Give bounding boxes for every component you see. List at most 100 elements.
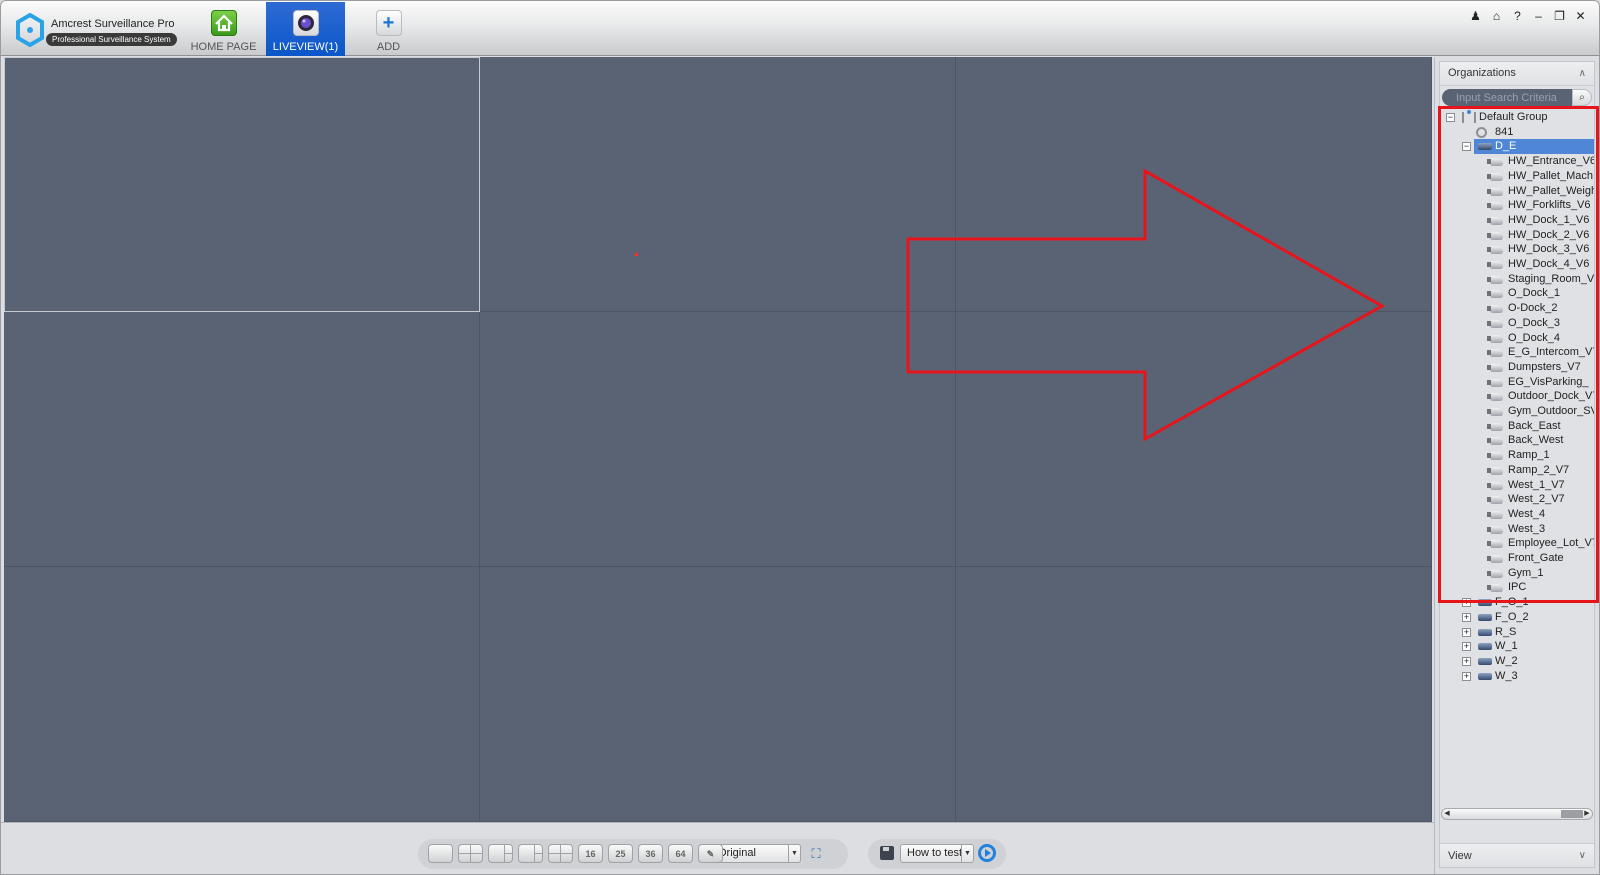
tree-node[interactable]: E_G_Intercom_V7 [1440, 345, 1594, 360]
split-8-button[interactable] [518, 844, 543, 863]
split-6-button[interactable] [488, 844, 513, 863]
tree-node[interactable]: + F_O_2 [1440, 610, 1594, 625]
tree-node[interactable]: Outdoor_Dock_V7 [1440, 389, 1594, 404]
tree-node[interactable]: − Default Group [1440, 110, 1594, 125]
search-input[interactable] [1442, 89, 1572, 106]
view-select[interactable]: How to test ▼ [900, 844, 974, 863]
tree-node[interactable]: HW_Dock_2_V6 [1440, 228, 1594, 243]
tree-node[interactable]: West_3 [1440, 522, 1594, 537]
tree-node[interactable]: Staging_Room_V6 [1440, 272, 1594, 287]
liveview-grid [4, 57, 1432, 822]
tree-node[interactable]: West_1_V7 [1440, 478, 1594, 493]
search-icon[interactable]: ⌕ [1572, 89, 1592, 106]
video-tile-7[interactable] [4, 567, 480, 822]
tree-node[interactable]: Dumpsters_V7 [1440, 360, 1594, 375]
split-1-button[interactable] [428, 844, 453, 863]
tree-node[interactable]: O_Dock_1 [1440, 286, 1594, 301]
tree-node[interactable]: HW_Dock_3_V6 [1440, 242, 1594, 257]
tree-node[interactable]: Back_East [1440, 419, 1594, 434]
view-header[interactable]: View ∨ [1440, 843, 1594, 867]
expand-icon[interactable]: + [1462, 612, 1471, 622]
tree-node[interactable]: IPC [1440, 580, 1594, 595]
tree-node[interactable]: HW_Pallet_Mach [1440, 169, 1594, 184]
split-16-button[interactable]: 16 [578, 844, 603, 863]
camera-icon [1487, 540, 1503, 549]
tree-node[interactable]: Front_Gate [1440, 551, 1594, 566]
expand-icon[interactable]: + [1462, 642, 1471, 652]
tree-node[interactable]: + F_O_1 [1440, 595, 1594, 610]
expand-icon[interactable]: + [1462, 656, 1471, 666]
expand-icon[interactable]: + [1462, 598, 1471, 608]
video-tile-1[interactable] [4, 57, 480, 312]
tree-node-label: Gym_Outdoor_SV [1508, 405, 1594, 417]
tree-node-label: HW_Dock_4_V6 [1508, 258, 1590, 270]
video-tile-8[interactable] [480, 567, 956, 822]
tree-node[interactable]: Ramp_1 [1440, 448, 1594, 463]
tree-node[interactable]: HW_Entrance_V6 [1440, 154, 1594, 169]
collapse-icon[interactable]: − [1462, 142, 1471, 152]
video-tile-9[interactable] [956, 567, 1432, 822]
scroll-left-icon[interactable]: ◀ [1442, 809, 1452, 819]
tree-node[interactable]: O_Dock_4 [1440, 331, 1594, 346]
fullscreen-icon[interactable]: ⛶ [808, 846, 824, 862]
tree-node[interactable]: Ramp_2_V7 [1440, 463, 1594, 478]
split-64-button[interactable]: 64 [668, 844, 693, 863]
user-icon[interactable]: ♟ [1465, 8, 1486, 24]
split-4-button[interactable] [458, 844, 483, 863]
tree-node-label: D_E [1495, 140, 1517, 153]
aspect-ratio-select[interactable]: Original ▼ [711, 844, 801, 863]
camera-icon [1487, 216, 1503, 225]
video-tile-6[interactable] [956, 312, 1432, 567]
tab-home-page[interactable]: HOME PAGE [184, 2, 263, 56]
restore-icon[interactable]: ❐ [1549, 8, 1570, 24]
split-25-button[interactable]: 25 [608, 844, 633, 863]
help-icon[interactable]: ? [1507, 8, 1528, 24]
tour-play-icon[interactable] [978, 844, 996, 862]
custom-split-edit-icon[interactable]: ✎ [698, 844, 723, 863]
tree-node-label: Staging_Room_V6 [1508, 272, 1594, 285]
tree-node[interactable]: − D_E [1440, 139, 1594, 155]
organizations-header[interactable]: Organizations ∧ [1440, 62, 1594, 86]
minimize-icon[interactable]: – [1528, 8, 1549, 24]
split-36-button[interactable]: 36 [638, 844, 663, 863]
video-tile-2[interactable] [480, 57, 956, 312]
tree-node[interactable]: West_2_V7 [1440, 492, 1594, 507]
tree-node[interactable]: + W_2 [1440, 654, 1594, 669]
close-icon[interactable]: ✕ [1570, 8, 1591, 24]
video-tile-5[interactable] [480, 312, 956, 567]
tree-node-label: E_G_Intercom_V7 [1508, 346, 1594, 359]
expand-icon[interactable]: + [1462, 627, 1471, 637]
tree-node[interactable]: Gym_Outdoor_SV [1440, 404, 1594, 419]
split-9-button[interactable] [548, 844, 573, 863]
tree-node[interactable]: 841 [1440, 125, 1594, 140]
video-tile-4[interactable] [4, 312, 480, 567]
video-tile-3[interactable] [956, 57, 1432, 312]
collapse-icon[interactable]: − [1446, 113, 1455, 122]
tree-node[interactable]: Employee_Lot_V7 [1440, 536, 1594, 551]
scroll-right-icon[interactable]: ▶ [1582, 809, 1592, 819]
scrollbar-thumb[interactable] [1561, 810, 1583, 818]
tree-node[interactable]: O-Dock_2 [1440, 301, 1594, 316]
nvr-device-icon [1478, 628, 1492, 636]
tree-node[interactable]: HW_Pallet_Weigh [1440, 184, 1594, 199]
tree-node[interactable]: + W_1 [1440, 639, 1594, 654]
tree-node[interactable]: EG_VisParking_ [1440, 375, 1594, 390]
tree-node[interactable]: HW_Dock_1_V6 [1440, 213, 1594, 228]
expand-icon[interactable]: + [1462, 671, 1471, 681]
save-icon[interactable] [880, 846, 894, 860]
device-sidebar: Organizations ∧ ⌕ − Default Group 841 − D_E H… [1434, 57, 1599, 874]
tree-node-label: West_1_V7 [1508, 478, 1565, 491]
tree-node[interactable]: West_4 [1440, 507, 1594, 522]
tree-node[interactable]: O_Dock_3 [1440, 316, 1594, 331]
tree-node[interactable]: Back_West [1440, 433, 1594, 448]
tab-add[interactable]: + ADD [349, 2, 428, 56]
tree-node[interactable]: + W_3 [1440, 669, 1594, 684]
horizontal-scrollbar[interactable]: ◀ ▶ [1441, 808, 1593, 820]
app-window: Amcrest Surveillance Pro Professional Su… [0, 0, 1600, 875]
tree-node[interactable]: HW_Forklifts_V6 [1440, 198, 1594, 213]
tab-liveview[interactable]: LIVEVIEW(1) [266, 2, 345, 56]
lock-icon[interactable]: ⌂ [1486, 8, 1507, 24]
tree-node[interactable]: Gym_1 [1440, 566, 1594, 581]
tree-node[interactable]: + R_S [1440, 625, 1594, 640]
tree-node[interactable]: HW_Dock_4_V6 [1440, 257, 1594, 272]
